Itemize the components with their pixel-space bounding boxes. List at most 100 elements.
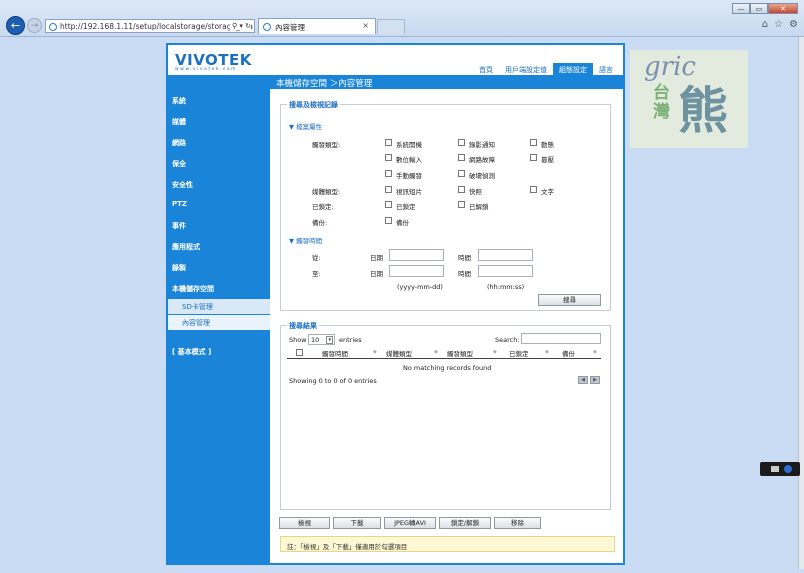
sidebar-item-safety[interactable]: 安全性 xyxy=(172,180,193,190)
label-unlocked: 已解鎖 xyxy=(469,203,489,211)
col-media-type[interactable]: 媒體類型 xyxy=(386,348,412,358)
tab-title: 內容管理 xyxy=(275,23,305,32)
results-info: Showing 0 to 0 of 0 entries xyxy=(289,377,377,385)
lock-unlock-button[interactable]: 鎖定/解鎖 xyxy=(439,517,491,529)
top-nav: 首頁 用戶端設定值 組態設定 語言 xyxy=(473,63,619,75)
maximize-button[interactable]: ▭ xyxy=(750,3,768,14)
basic-mode-link[interactable]: [ 基本模式 ] xyxy=(172,347,211,357)
back-button[interactable]: ← xyxy=(6,16,25,35)
address-bar[interactable]: http://192.168.1.11/setup/localstorage/s… xyxy=(45,19,255,33)
chk-locked[interactable] xyxy=(385,201,392,208)
file-attr-toggle[interactable]: ▼ 檔案屬性 xyxy=(289,121,322,131)
chk-digital-input[interactable] xyxy=(385,154,392,161)
watermark-bear: 熊 xyxy=(678,82,728,140)
trigger-time-toggle[interactable]: ▼ 觸發時間 xyxy=(289,235,322,245)
search-filter-label: Search: xyxy=(495,336,520,344)
label-recording-notify: 錄影通知 xyxy=(469,141,495,149)
sidebar-item-local-storage[interactable]: 本機儲存空間 xyxy=(172,284,214,294)
sidebar-item-event[interactable]: 事件 xyxy=(172,221,186,231)
to-time-label: 時間 xyxy=(458,270,471,278)
chk-video-clip[interactable] xyxy=(385,186,392,193)
to-label: 至: xyxy=(312,270,321,278)
prev-page-button[interactable]: ◀ xyxy=(578,376,588,384)
nav-configuration[interactable]: 組態設定 xyxy=(553,63,593,75)
select-all-checkbox[interactable] xyxy=(296,349,303,356)
label-vandal-detect: 破壞偵測 xyxy=(469,172,495,180)
home-icon[interactable]: ⌂ xyxy=(762,19,768,30)
nav-language[interactable]: 語言 xyxy=(593,63,619,75)
vivotek-logo[interactable]: VIVOTEK www.vivotek.com xyxy=(175,51,252,72)
from-date-input[interactable] xyxy=(389,249,444,261)
sidebar-item-system[interactable]: 系統 xyxy=(172,96,186,106)
label-snapshot: 快照 xyxy=(469,188,482,196)
chk-backup[interactable] xyxy=(385,217,392,224)
chevron-down-icon: ▾ xyxy=(326,336,333,344)
sidebar-item-security[interactable]: 保全 xyxy=(172,159,186,169)
next-page-button[interactable]: ▶ xyxy=(590,376,600,384)
results-table-header: 觸發時間 ◆ 媒體類型 ◆ 觸發類型 ◆ 已鎖定 ◆ 備份 ◆ xyxy=(287,347,601,359)
entries-label: entries xyxy=(339,336,362,344)
sidebar-subitem-content[interactable]: 內容管理 xyxy=(168,315,270,330)
chk-network-fail[interactable] xyxy=(458,154,465,161)
jpeg-to-avi-button[interactable]: JPEG轉AVI xyxy=(384,517,436,529)
forward-button[interactable]: → xyxy=(27,18,42,33)
to-date-label: 日期 xyxy=(370,270,383,278)
nav-client-settings[interactable]: 用戶端設定值 xyxy=(499,63,553,75)
view-button[interactable]: 檢視 xyxy=(279,517,330,529)
chk-unlocked[interactable] xyxy=(458,201,465,208)
page-scrollbar[interactable] xyxy=(798,37,804,569)
favorites-star-icon[interactable]: ☆ xyxy=(774,19,783,30)
search-filter-input[interactable] xyxy=(521,333,601,344)
sidebar-item-media[interactable]: 媒體 xyxy=(172,117,186,127)
close-window-button[interactable]: ✕ xyxy=(768,3,798,14)
label-network-fail: 網路故障 xyxy=(469,156,495,164)
results-legend: 搜尋結果 xyxy=(287,321,319,331)
window-controls: — ▭ ✕ xyxy=(732,3,798,14)
entries-select[interactable]: 10 ▾ xyxy=(308,334,335,345)
watermark-taiwan: 台灣 xyxy=(653,84,671,122)
search-button[interactable]: 搜尋 xyxy=(538,294,601,306)
remove-button[interactable]: 移除 xyxy=(494,517,541,529)
col-locked[interactable]: 已鎖定 xyxy=(509,348,529,358)
address-tools[interactable]: ⚲ ▾ ↻ xyxy=(230,22,251,30)
sidebar-item-applications[interactable]: 應用程式 xyxy=(172,242,200,252)
help-icon[interactable] xyxy=(784,465,792,473)
backup-label: 備份: xyxy=(312,219,328,227)
floating-toolbar[interactable] xyxy=(760,462,800,476)
from-time-input[interactable] xyxy=(478,249,533,261)
sidebar-item-network[interactable]: 網路 xyxy=(172,138,186,148)
chk-system-boot[interactable] xyxy=(385,139,392,146)
arrow-right-icon: → xyxy=(30,20,39,31)
to-time-input[interactable] xyxy=(478,265,533,277)
chk-motion[interactable] xyxy=(530,139,537,146)
chk-tamper[interactable] xyxy=(530,154,537,161)
chk-snapshot[interactable] xyxy=(458,186,465,193)
to-date-input[interactable] xyxy=(389,265,444,277)
sidebar: 系統 媒體 網路 保全 安全性 PTZ 事件 應用程式 錄製 本機儲存空間 SD… xyxy=(168,89,270,563)
media-type-label: 媒體類型: xyxy=(312,188,341,196)
col-backup[interactable]: 備份 xyxy=(562,348,575,358)
minimize-button[interactable]: — xyxy=(732,3,750,14)
from-label: 從: xyxy=(312,254,321,262)
col-trigger-time[interactable]: 觸發時間 xyxy=(322,348,348,358)
sidebar-item-ptz[interactable]: PTZ xyxy=(172,200,187,208)
label-video-clip: 視訊短片 xyxy=(396,188,422,196)
tab-close-icon[interactable]: × xyxy=(362,21,369,30)
download-button[interactable]: 下載 xyxy=(333,517,381,529)
chk-vandal-detect[interactable] xyxy=(458,170,465,177)
browser-tab[interactable]: 內容管理 × xyxy=(258,18,376,34)
sort-icon: ◆ xyxy=(545,349,549,355)
col-trigger-type[interactable]: 觸發類型 xyxy=(447,348,473,358)
sidebar-subitem-sd-card[interactable]: SD卡管理 xyxy=(168,299,270,314)
chk-manual-trigger[interactable] xyxy=(385,170,392,177)
chk-recording-notify[interactable] xyxy=(458,139,465,146)
sidebar-item-recording[interactable]: 錄製 xyxy=(172,263,186,273)
new-tab-button[interactable] xyxy=(377,19,405,34)
sort-icon: ◆ xyxy=(434,349,438,355)
chk-text[interactable] xyxy=(530,186,537,193)
time-format-hint: (hh:mm:ss) xyxy=(487,283,525,291)
settings-gear-icon[interactable]: ⚙ xyxy=(789,19,798,30)
nav-home[interactable]: 首頁 xyxy=(473,63,499,75)
monitor-icon xyxy=(771,466,779,472)
show-label: Show xyxy=(289,336,307,344)
